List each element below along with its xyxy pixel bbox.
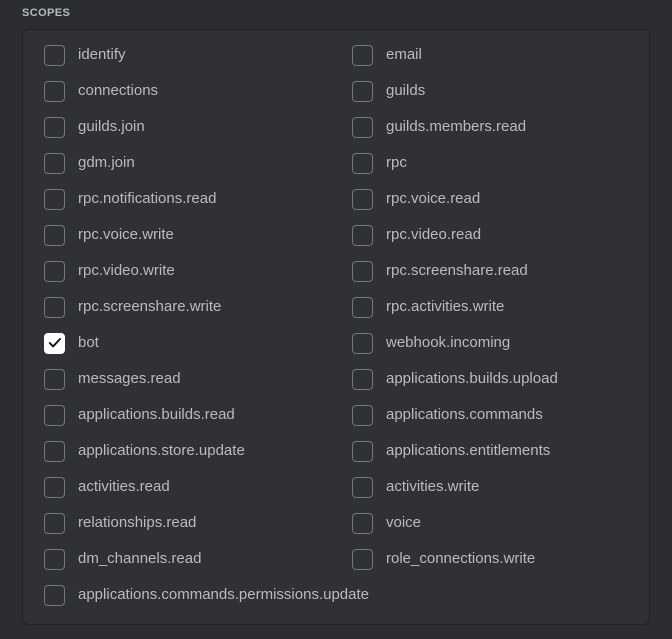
- scope-row[interactable]: rpc.voice.read: [352, 185, 480, 213]
- scope-label: relationships.read: [78, 514, 197, 531]
- checkbox-unchecked-icon[interactable]: [44, 44, 65, 66]
- scopes-card: identify email connections guilds guilds.joi…: [22, 29, 650, 625]
- scope-row[interactable]: rpc: [352, 149, 407, 177]
- check-icon: [48, 338, 61, 348]
- checkbox-unchecked-icon[interactable]: [352, 332, 373, 354]
- scope-row[interactable]: rpc.activities.write: [352, 293, 504, 321]
- checkbox-unchecked-icon[interactable]: [352, 188, 373, 210]
- scope-label: rpc.video.read: [386, 226, 482, 243]
- scope-row[interactable]: rpc.voice.write: [44, 221, 174, 249]
- scope-row[interactable]: guilds: [352, 77, 425, 105]
- checkbox-unchecked-icon[interactable]: [352, 44, 373, 66]
- scope-row[interactable]: rpc.video.read: [352, 221, 481, 249]
- scope-label: rpc: [386, 154, 407, 171]
- checkbox-unchecked-icon[interactable]: [44, 116, 65, 138]
- scope-label: activities.read: [78, 478, 170, 495]
- scope-row[interactable]: activities.read: [44, 473, 170, 501]
- scope-row[interactable]: applications.commands: [352, 401, 543, 429]
- checkbox-unchecked-icon[interactable]: [352, 80, 373, 102]
- scope-row[interactable]: relationships.read: [44, 509, 196, 537]
- scope-row[interactable]: gdm.join: [44, 149, 135, 177]
- scope-row[interactable]: identify: [44, 41, 126, 69]
- scope-label: activities.write: [386, 478, 480, 495]
- scope-label: gdm.join: [78, 154, 135, 171]
- scope-row[interactable]: rpc.screenshare.read: [352, 257, 528, 285]
- checkbox-unchecked-icon[interactable]: [44, 260, 65, 282]
- scope-label: webhook.incoming: [386, 334, 511, 351]
- scope-row[interactable]: dm_channels.read: [44, 545, 201, 573]
- scope-row[interactable]: voice: [352, 509, 421, 537]
- checkbox-unchecked-icon[interactable]: [44, 368, 65, 390]
- scope-label: identify: [78, 46, 126, 63]
- scope-label: dm_channels.read: [78, 550, 202, 567]
- checkbox-unchecked-icon[interactable]: [352, 404, 373, 426]
- checkbox-unchecked-icon[interactable]: [352, 260, 373, 282]
- scope-row[interactable]: activities.write: [352, 473, 479, 501]
- scope-row[interactable]: rpc.screenshare.write: [44, 293, 221, 321]
- scope-row[interactable]: applications.builds.read: [44, 401, 235, 429]
- checkbox-unchecked-icon[interactable]: [352, 152, 373, 174]
- scope-label: applications.builds.read: [78, 406, 235, 423]
- checkbox-checked-icon[interactable]: [44, 332, 65, 354]
- scope-label: rpc.video.write: [78, 262, 175, 279]
- scope-label: guilds.members.read: [386, 118, 527, 135]
- checkbox-unchecked-icon[interactable]: [352, 368, 373, 390]
- scope-label: bot: [78, 334, 99, 351]
- checkbox-unchecked-icon[interactable]: [44, 440, 65, 462]
- scope-label: rpc.voice.read: [386, 190, 481, 207]
- checkbox-unchecked-icon[interactable]: [352, 116, 373, 138]
- scope-label: applications.store.update: [78, 442, 245, 459]
- scope-label: voice: [386, 514, 422, 531]
- scope-label: applications.entitlements: [386, 442, 551, 459]
- checkbox-unchecked-icon[interactable]: [352, 296, 373, 318]
- scope-row[interactable]: applications.entitlements: [352, 437, 550, 465]
- checkbox-unchecked-icon[interactable]: [352, 476, 373, 498]
- scope-row[interactable]: guilds.members.read: [352, 113, 526, 141]
- scope-label: rpc.activities.write: [386, 298, 505, 315]
- scope-label: rpc.screenshare.write: [78, 298, 222, 315]
- scope-row[interactable]: email: [352, 41, 422, 69]
- scope-label: connections: [78, 82, 159, 99]
- scopes-checkbox-grid: identify email connections guilds guilds.joi…: [23, 30, 649, 624]
- checkbox-unchecked-icon[interactable]: [44, 80, 65, 102]
- scope-row[interactable]: applications.builds.upload: [352, 365, 558, 393]
- scope-label: role_connections.write: [386, 550, 536, 567]
- checkbox-unchecked-icon[interactable]: [44, 548, 65, 570]
- checkbox-unchecked-icon[interactable]: [352, 512, 373, 534]
- checkbox-unchecked-icon[interactable]: [44, 296, 65, 318]
- scope-row[interactable]: bot: [44, 329, 99, 357]
- scope-row[interactable]: applications.commands.permissions.update: [44, 581, 369, 609]
- checkbox-unchecked-icon[interactable]: [44, 404, 65, 426]
- scope-label: applications.builds.upload: [386, 370, 558, 387]
- checkbox-unchecked-icon[interactable]: [44, 584, 65, 606]
- checkbox-unchecked-icon[interactable]: [352, 548, 373, 570]
- checkbox-unchecked-icon[interactable]: [44, 188, 65, 210]
- scope-row[interactable]: connections: [44, 77, 158, 105]
- checkbox-unchecked-icon[interactable]: [352, 224, 373, 246]
- scope-row[interactable]: applications.store.update: [44, 437, 245, 465]
- scope-label: applications.commands.permissions.update: [78, 586, 369, 603]
- scope-label: guilds.join: [78, 118, 145, 135]
- checkbox-unchecked-icon[interactable]: [44, 476, 65, 498]
- scope-row[interactable]: role_connections.write: [352, 545, 535, 573]
- scope-row[interactable]: messages.read: [44, 365, 181, 393]
- checkbox-unchecked-icon[interactable]: [44, 152, 65, 174]
- scope-label: messages.read: [78, 370, 181, 387]
- scope-label: applications.commands: [386, 406, 543, 423]
- scope-row[interactable]: rpc.notifications.read: [44, 185, 216, 213]
- scope-row[interactable]: rpc.video.write: [44, 257, 175, 285]
- scope-label: rpc.screenshare.read: [386, 262, 528, 279]
- scope-row[interactable]: webhook.incoming: [352, 329, 510, 357]
- scope-row[interactable]: guilds.join: [44, 113, 145, 141]
- section-heading-scopes: SCOPES: [22, 7, 71, 19]
- scope-label: email: [386, 46, 422, 63]
- checkbox-unchecked-icon[interactable]: [352, 440, 373, 462]
- scope-label: rpc.voice.write: [78, 226, 174, 243]
- scope-label: rpc.notifications.read: [78, 190, 217, 207]
- scope-label: guilds: [386, 82, 426, 99]
- checkbox-unchecked-icon[interactable]: [44, 512, 65, 534]
- checkbox-unchecked-icon[interactable]: [44, 224, 65, 246]
